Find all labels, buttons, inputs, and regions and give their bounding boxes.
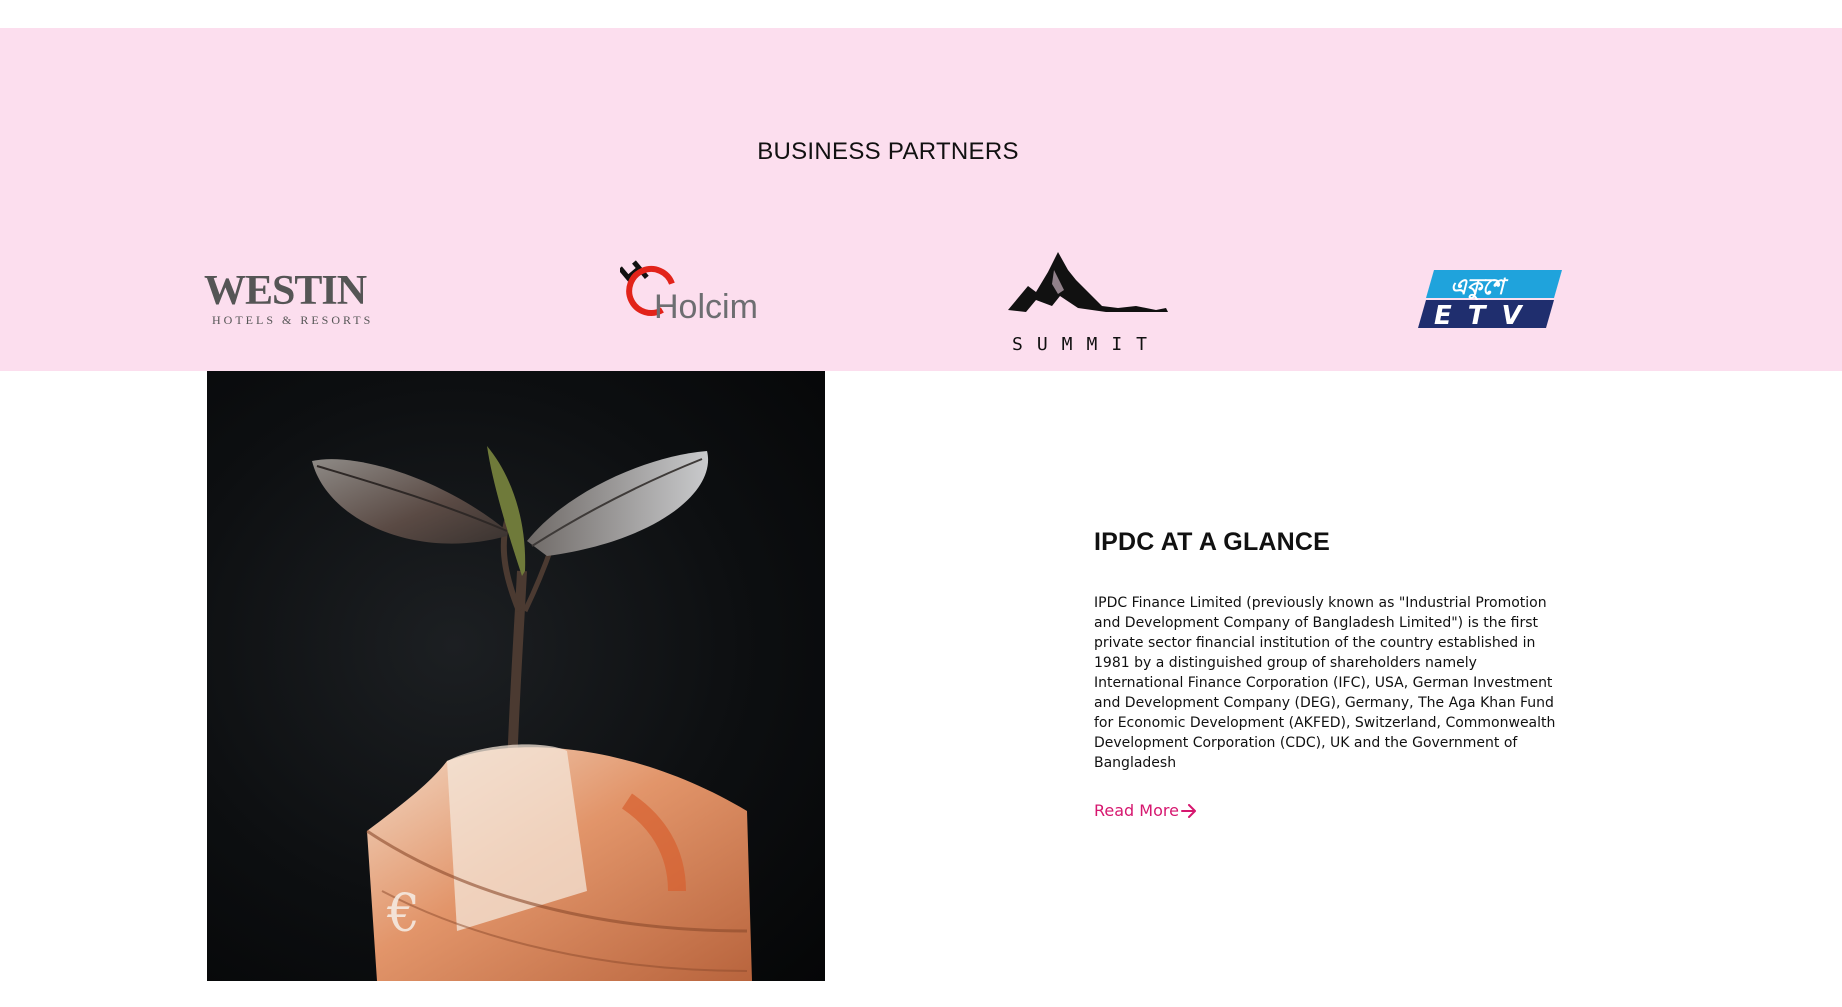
- summit-logo-graphic: SUMMIT: [1008, 252, 1168, 355]
- seedling-banknote-photo: €: [207, 371, 825, 981]
- summit-logo[interactable]: SUMMIT: [1006, 250, 1174, 356]
- westin-tagline: HOTELS & RESORTS: [212, 313, 373, 327]
- holcim-wordmark: Holcim: [654, 288, 758, 326]
- read-more-link[interactable]: Read More: [1094, 801, 1197, 820]
- summit-wordmark: SUMMIT: [1012, 334, 1161, 355]
- etv-logo[interactable]: একুশে ETV: [1414, 268, 1564, 334]
- read-more-label: Read More: [1094, 801, 1179, 820]
- holcim-logo[interactable]: Holcim: [618, 258, 770, 330]
- seedling-banknote-illustration: €: [312, 446, 752, 981]
- glance-description: IPDC Finance Limited (previously known a…: [1094, 595, 1556, 771]
- etv-bangla-wordmark: একুশে: [1450, 275, 1509, 301]
- holcim-logo-graphic: Holcim: [618, 260, 758, 326]
- mountain-icon: [1008, 252, 1168, 312]
- arrow-right-icon: [1180, 803, 1196, 818]
- business-partners-section: BUSINESS PARTNERS WESTIN HOTELS & RESORT…: [0, 28, 1842, 371]
- ipdc-at-a-glance-section: IPDC AT A GLANCE IPDC Finance Limited (p…: [1094, 528, 1574, 820]
- westin-wordmark: WESTIN: [204, 268, 367, 314]
- euro-symbol-icon: €: [386, 884, 420, 944]
- business-partners-title: BUSINESS PARTNERS: [757, 138, 1019, 165]
- westin-logo-graphic: WESTIN HOTELS & RESORTS: [204, 268, 373, 327]
- etv-logo-graphic: একুশে ETV: [1418, 270, 1562, 331]
- glance-title: IPDC AT A GLANCE: [1094, 528, 1331, 556]
- westin-logo[interactable]: WESTIN HOTELS & RESORTS: [204, 266, 374, 330]
- etv-wordmark: ETV: [1434, 301, 1538, 331]
